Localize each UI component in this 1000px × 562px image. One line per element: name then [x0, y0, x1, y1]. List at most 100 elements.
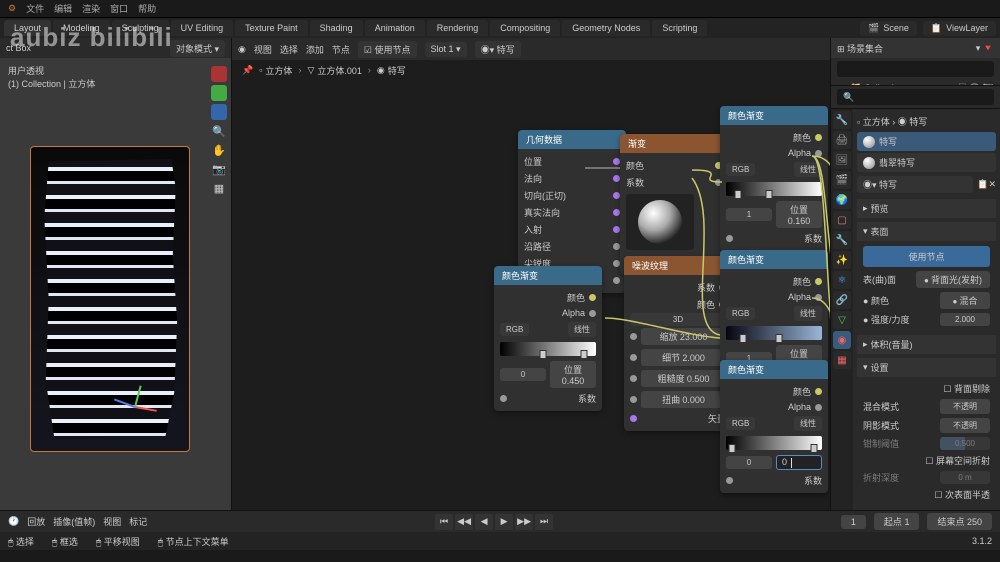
rendered-object[interactable] — [30, 146, 190, 452]
zoom-icon[interactable]: 🔍 — [211, 123, 227, 139]
material-slot-0[interactable]: 特写 — [857, 132, 996, 151]
node-colorramp-2[interactable]: 颜色渐变 颜色 Alpha RGB线性 1位置 0.160 系数 — [720, 106, 828, 251]
node-colorramp-1[interactable]: 颜色渐变 颜色 Alpha RGB线性 0位置 0.450 系数 — [494, 266, 602, 411]
tab-texpaint[interactable]: Texture Paint — [235, 20, 308, 36]
panel-volume[interactable]: ▸ 体积(音量) — [857, 335, 996, 354]
material-name-field[interactable]: ◉▾ 特写 — [857, 176, 973, 193]
outliner[interactable]: ⊞ 场景集合▾ 🔻 ▾📁Collection☑ 👁 📷 ▽相机👁 📷 ▽立方体◉… — [831, 38, 1000, 86]
node-gradient[interactable]: 渐变 颜色 系数 系数 — [620, 134, 728, 274]
filter-icon[interactable]: ▾ 🔻 — [976, 43, 994, 54]
noise-rough[interactable]: 粗糙度 0.500 — [641, 370, 726, 387]
3d-viewport[interactable]: ct Box 对象模式 ▾ 用户透视 (1) Collection | 立方体 … — [0, 38, 232, 510]
panel-surface[interactable]: ▾ 表面 — [857, 222, 996, 241]
persp-icon[interactable]: ▦ — [211, 180, 227, 196]
tab-viewlayer[interactable]: 🖼 — [833, 151, 851, 169]
panel-preview[interactable]: ▸ 预览 — [857, 199, 996, 218]
hdr-node[interactable]: 节点 — [332, 43, 350, 56]
shader-node-editor[interactable]: ◉ 视图 选择 添加 节点 ☑ 使用节点 Slot 1 ▾ ◉▾ 特写 📌 ▫ … — [232, 38, 830, 510]
tab-compositing[interactable]: Compositing — [490, 20, 560, 36]
play-rev-icon[interactable]: ◀ — [475, 514, 493, 530]
hdr-select[interactable]: 选择 — [280, 43, 298, 56]
tab-render[interactable]: 🔧 — [833, 111, 851, 129]
tab-uv[interactable]: UV Editing — [171, 20, 234, 36]
panel-settings[interactable]: ▾ 设置 — [857, 358, 996, 377]
menu-window[interactable]: 窗口 — [110, 2, 128, 15]
current-frame[interactable]: 1 — [841, 515, 866, 529]
tab-animation[interactable]: Animation — [365, 20, 425, 36]
tab-texture[interactable]: ▦ — [833, 351, 851, 369]
pin-icon[interactable]: 📌 — [242, 65, 253, 76]
pan-icon[interactable]: ✋ — [211, 142, 227, 158]
ramp-index[interactable]: 1 — [726, 208, 772, 221]
tab-geonodes[interactable]: Geometry Nodes — [562, 20, 650, 36]
tab-modifiers[interactable]: 🔧 — [833, 231, 851, 249]
ramp-interp[interactable]: 线性 — [794, 306, 822, 321]
bc-obj[interactable]: ▫ 立方体 — [259, 64, 292, 77]
tab-scripting[interactable]: Scripting — [652, 20, 707, 36]
tl-view[interactable]: 视图 — [103, 515, 121, 528]
props-search[interactable] — [837, 89, 994, 105]
play-icon[interactable]: ▶ — [495, 514, 513, 530]
tab-mesh[interactable]: ▽ — [833, 311, 851, 329]
ramp-interp[interactable]: 线性 — [794, 416, 822, 431]
strength-field[interactable]: 2.000 — [940, 313, 990, 326]
tab-shading[interactable]: Shading — [310, 20, 363, 36]
material-slot-1[interactable]: 翡翠特写 — [857, 153, 996, 172]
ramp-index[interactable]: 0 — [726, 456, 772, 469]
outliner-search[interactable] — [837, 61, 994, 77]
tab-rendering[interactable]: Rendering — [427, 20, 489, 36]
colorramp-gradient[interactable] — [500, 342, 596, 356]
ramp-index[interactable]: 0 — [500, 368, 546, 381]
end-frame[interactable]: 结束点 250 — [927, 513, 992, 530]
color-type[interactable]: ● 混合 — [940, 292, 990, 309]
tab-world[interactable]: 🌍 — [833, 191, 851, 209]
menu-file[interactable]: 文件 — [26, 2, 44, 15]
use-nodes-toggle[interactable]: ☑ 使用节点 — [358, 41, 417, 58]
next-key-icon[interactable]: ▶▶ — [515, 514, 533, 530]
start-frame[interactable]: 起点 1 — [874, 513, 920, 530]
mode-dropdown[interactable]: 对象模式 ▾ — [170, 40, 225, 57]
hdr-add[interactable]: 添加 — [306, 43, 324, 56]
node-colorramp-4[interactable]: 颜色渐变 颜色 Alpha RGB线性 00 系数 — [720, 360, 828, 493]
prev-key-icon[interactable]: ◀◀ — [455, 514, 473, 530]
axis-z-icon[interactable] — [211, 104, 227, 120]
tl-keying[interactable]: 插像(值帧) — [53, 515, 95, 528]
tab-scene[interactable]: 🎬 — [833, 171, 851, 189]
ramp-mode[interactable]: RGB — [500, 323, 529, 336]
jump-end-icon[interactable]: ⏭ — [535, 514, 553, 530]
tab-physics[interactable]: ⚛ — [833, 271, 851, 289]
ramp-pos[interactable]: 位置 0.160 — [776, 201, 822, 228]
noise-scale[interactable]: 缩放 23.000 — [641, 328, 726, 345]
noise-distort[interactable]: 扭曲 0.000 — [641, 391, 726, 408]
tab-output[interactable]: 🖨 — [833, 131, 851, 149]
tab-particles[interactable]: ✨ — [833, 251, 851, 269]
colorramp-gradient[interactable] — [726, 436, 822, 450]
blend-mode[interactable]: 不透明 — [940, 399, 990, 414]
scene-selector[interactable]: 🎬Scene — [860, 21, 917, 36]
noise-dim[interactable]: 3D — [630, 313, 726, 326]
tab-object[interactable]: ▢ — [833, 211, 851, 229]
use-nodes-button[interactable]: 使用节点 — [863, 246, 990, 267]
tab-material[interactable]: ◉ — [833, 331, 851, 349]
ramp-pos[interactable]: 位置 0.450 — [550, 361, 596, 388]
ramp-interp[interactable]: 线性 — [568, 322, 596, 337]
material-selector[interactable]: ◉▾ 特写 — [475, 41, 521, 58]
bc-mat[interactable]: ◉ 特写 — [377, 64, 406, 77]
viewlayer-selector[interactable]: 📋ViewLayer — [923, 21, 996, 36]
camera-icon[interactable]: 📷 — [211, 161, 227, 177]
hdr-view[interactable]: 视图 — [254, 43, 272, 56]
jump-start-icon[interactable]: ⏮ — [435, 514, 453, 530]
surface-type[interactable]: ● 背面光(发射) — [916, 271, 990, 288]
slot-selector[interactable]: Slot 1 ▾ — [425, 42, 467, 57]
ramp-mode[interactable]: RGB — [726, 417, 755, 430]
colorramp-gradient[interactable] — [726, 182, 822, 196]
bc-mesh[interactable]: ▽ 立方体.001 — [307, 64, 361, 77]
mat-new-icon[interactable]: 📋✕ — [977, 179, 996, 190]
editor-type-icon[interactable]: ◉ — [238, 44, 246, 55]
ramp-pos-editing[interactable]: 0 — [776, 455, 822, 470]
refr-depth[interactable]: 0 m — [940, 471, 990, 484]
axis-y-icon[interactable] — [211, 85, 227, 101]
menu-help[interactable]: 帮助 — [138, 2, 156, 15]
menu-edit[interactable]: 编辑 — [54, 2, 72, 15]
menu-render[interactable]: 渲染 — [82, 2, 100, 15]
